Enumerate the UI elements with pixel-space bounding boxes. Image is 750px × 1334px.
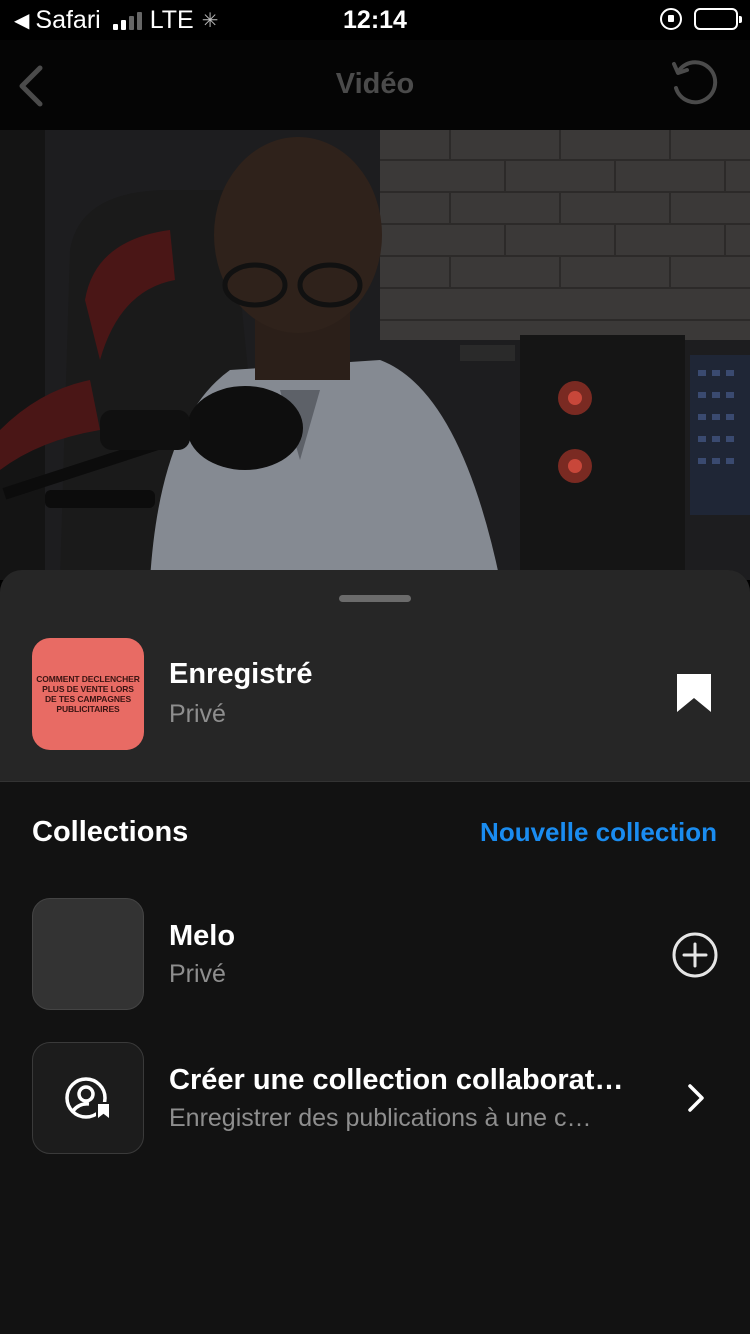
bookmark-filled-icon[interactable] bbox=[675, 672, 713, 714]
save-bottom-sheet: COMMENT DECLENCHER PLUS DE VENTE LORS DE… bbox=[0, 570, 750, 1334]
status-time: 12:14 bbox=[343, 6, 407, 34]
orientation-lock-icon bbox=[660, 8, 682, 30]
video-frame-image bbox=[0, 130, 750, 580]
drag-handle[interactable] bbox=[339, 595, 411, 602]
collection-description: Enregistrer des publications à une c… bbox=[169, 1104, 592, 1132]
saved-thumbnail-text: COMMENT DECLENCHER PLUS DE VENTE LORS DE… bbox=[36, 674, 140, 714]
collection-title: Melo bbox=[169, 920, 236, 952]
collection-title: Créer une collection collaborat… bbox=[169, 1064, 624, 1096]
saved-section: COMMENT DECLENCHER PLUS DE VENTE LORS DE… bbox=[0, 570, 750, 781]
new-collection-button[interactable]: Nouvelle collection bbox=[480, 817, 717, 848]
chevron-right-icon[interactable] bbox=[686, 1082, 706, 1114]
collaborative-icon-tile bbox=[32, 1042, 144, 1154]
battery-icon bbox=[694, 8, 742, 30]
status-bar: ◀ Safari LTE ✳ 12:14 bbox=[0, 0, 750, 40]
status-right bbox=[660, 8, 742, 30]
refresh-icon[interactable] bbox=[668, 58, 720, 110]
nav-title: Vidéo bbox=[335, 68, 415, 100]
collections-heading: Collections bbox=[32, 816, 189, 848]
nav-bar: Vidéo bbox=[0, 40, 750, 130]
saved-privacy: Privé bbox=[169, 700, 226, 728]
plus-circle-icon[interactable] bbox=[672, 932, 718, 978]
collection-thumbnail bbox=[32, 898, 144, 1010]
divider bbox=[0, 781, 750, 782]
collection-privacy: Privé bbox=[169, 960, 226, 988]
saved-thumbnail: COMMENT DECLENCHER PLUS DE VENTE LORS DE… bbox=[32, 638, 144, 750]
video-player[interactable] bbox=[0, 130, 750, 580]
collaborative-user-icon bbox=[65, 1077, 111, 1123]
saved-title: Enregistré bbox=[169, 658, 313, 690]
collection-row-melo[interactable]: Melo Privé bbox=[0, 898, 750, 1010]
create-collaborative-collection-row[interactable]: Créer une collection collaborat… Enregis… bbox=[0, 1042, 750, 1154]
